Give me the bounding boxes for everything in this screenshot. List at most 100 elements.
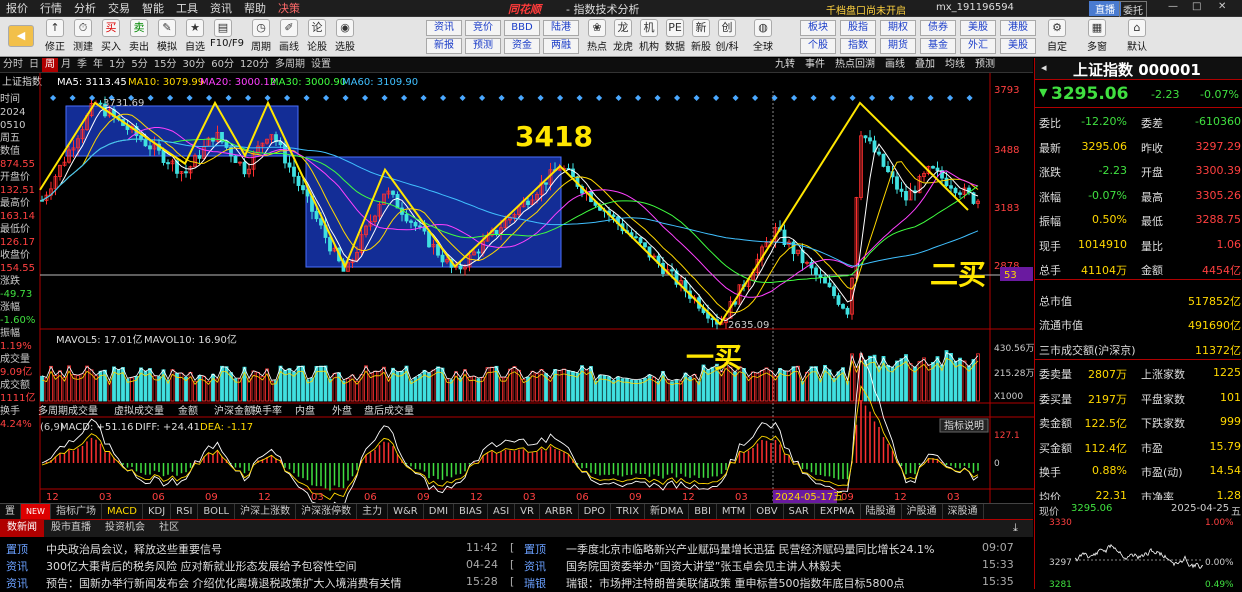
event-marker-icon[interactable]: ◆ <box>538 93 545 102</box>
quick-link-button[interactable]: 债券 <box>920 20 956 36</box>
event-marker-icon[interactable]: ◆ <box>304 93 311 102</box>
toolbar-default-button[interactable]: ⌂ 默认 <box>1124 19 1150 53</box>
toolbar-org-button[interactable]: 机机构 <box>636 19 662 53</box>
toolbar-draw-button[interactable]: ✐ 画线 <box>276 19 302 53</box>
menu-item[interactable]: 智能 <box>136 0 170 16</box>
period-tab[interactable]: 15分 <box>151 58 180 72</box>
indicator-tab[interactable]: W&R <box>388 504 424 519</box>
quick-link-button[interactable]: 两融 <box>543 38 579 54</box>
period-tab[interactable]: 分时 <box>0 58 26 72</box>
period-tab[interactable]: 120分 <box>237 58 272 72</box>
download-icon[interactable]: ⤓ <box>1013 521 1018 535</box>
toolbar-sim-button[interactable]: ✎ 模拟 <box>154 19 180 53</box>
indicator-tab[interactable]: SAR <box>784 504 815 519</box>
menu-item[interactable]: 交易 <box>102 0 136 16</box>
news-item[interactable]: 资讯 国务院国资委举办“国资大讲堂”张玉卓会见主讲人林毅夫 15:33 [ <box>510 558 1014 575</box>
indicator-tab[interactable]: MTM <box>717 504 752 519</box>
indicator-tab[interactable]: MACD <box>102 504 143 519</box>
indicator-tab[interactable]: OBV <box>751 504 784 519</box>
quick-link-button[interactable]: 基金 <box>920 38 956 54</box>
event-marker-icon[interactable]: ◆ <box>557 93 564 102</box>
toolbar-chuang-button[interactable]: 创创/科 <box>714 19 740 53</box>
quick-link-button[interactable]: 期货 <box>880 38 916 54</box>
minimize-icon[interactable]: — <box>1168 1 1178 12</box>
event-marker-icon[interactable]: ◆ <box>616 93 623 102</box>
live-button[interactable]: 直播 <box>1089 1 1121 16</box>
event-marker-icon[interactable]: ◆ <box>343 93 350 102</box>
period-tab[interactable]: 多周期 <box>272 58 308 72</box>
indicator-tab[interactable]: BIAS <box>454 504 489 519</box>
event-marker-icon[interactable]: ◆ <box>460 93 467 102</box>
volume-tab[interactable]: 内盘 <box>295 404 315 417</box>
quick-link-button[interactable]: 港股 <box>1000 20 1036 36</box>
period-tab[interactable]: 1分 <box>106 58 128 72</box>
close-icon[interactable]: ✕ <box>1218 1 1226 12</box>
event-marker-icon[interactable]: ◆ <box>967 93 974 102</box>
event-marker-icon[interactable]: ◆ <box>50 93 57 102</box>
news-tab[interactable]: 社区 <box>152 520 186 537</box>
indicator-tab[interactable]: ASI <box>488 504 516 519</box>
event-marker-icon[interactable]: ◆ <box>791 93 798 102</box>
event-marker-icon[interactable]: ◆ <box>440 93 447 102</box>
volume-tab[interactable]: 金额 <box>178 404 198 417</box>
period-tab[interactable]: 30分 <box>179 58 208 72</box>
indicator-tab[interactable]: ARBR <box>540 504 579 519</box>
quick-link-button[interactable]: 指数 <box>840 38 876 54</box>
event-marker-icon[interactable]: ◆ <box>70 93 77 102</box>
event-marker-icon[interactable]: ◆ <box>167 93 174 102</box>
event-marker-icon[interactable]: ◆ <box>947 93 954 102</box>
toolbar-fav-button[interactable]: ↑ 修正 <box>42 19 68 53</box>
quick-link-button[interactable]: 预测 <box>465 38 501 54</box>
event-marker-icon[interactable]: ◆ <box>850 93 857 102</box>
event-marker-icon[interactable]: ◆ <box>89 93 96 102</box>
news-item[interactable]: 置顶 一季度北京市临略新兴产业赋码量增长迅猛 民营经济赋码量同比增长24.1% 09… <box>510 541 1014 558</box>
toolbar-period-button[interactable]: ◷ 周期 <box>248 19 274 53</box>
indicator-tab[interactable]: 沪深上涨数 <box>235 504 297 519</box>
event-marker-icon[interactable]: ◆ <box>401 93 408 102</box>
quick-link-button[interactable]: 资讯 <box>426 20 462 36</box>
news-tab[interactable]: 投资机会 <box>98 520 152 537</box>
chart-tool-button[interactable]: 画线 <box>880 58 910 73</box>
menu-item[interactable]: 报价 <box>0 0 34 16</box>
chart-tool-button[interactable]: 热点回溯 <box>830 58 880 73</box>
toolbar-global-button[interactable]: ◍ 全球 <box>750 19 776 53</box>
indicator-tab[interactable]: BOLL <box>198 504 236 519</box>
event-marker-icon[interactable]: ◆ <box>830 93 837 102</box>
chart-tool-button[interactable]: 事件 <box>800 58 830 73</box>
news-title[interactable]: 300亿大棗背后的税务风险 应对新就业形态发展给予包容性空间 <box>46 558 456 574</box>
event-marker-icon[interactable]: ◆ <box>811 93 818 102</box>
agent-button[interactable]: 委托 <box>1119 1 1147 18</box>
news-title[interactable]: 中央政治局会议，释放这些重要信号 <box>46 541 456 557</box>
event-marker-icon[interactable]: ◆ <box>635 93 642 102</box>
period-tab[interactable]: 60分 <box>208 58 237 72</box>
event-marker-icon[interactable]: ◆ <box>499 93 506 102</box>
news-item[interactable]: 置顶 中央政治局会议，释放这些重要信号 11:42 <box>6 541 506 558</box>
event-marker-icon[interactable]: ◆ <box>752 93 759 102</box>
menu-item[interactable]: 决策 <box>272 0 306 16</box>
indicator-help-label[interactable]: 指标说明 <box>944 419 984 432</box>
toolbar-theory-button[interactable]: 论论股 <box>304 19 330 53</box>
chart-tool-button[interactable]: 均线 <box>940 58 970 73</box>
indicator-tab[interactable]: RSI <box>171 504 199 519</box>
event-marker-icon[interactable]: ◆ <box>382 93 389 102</box>
event-marker-icon[interactable]: ◆ <box>733 93 740 102</box>
period-tab[interactable]: 5分 <box>128 58 150 72</box>
quick-link-button[interactable]: 外汇 <box>960 38 996 54</box>
indicator-tab[interactable]: 沪深涨停数 <box>296 504 358 519</box>
back-arrow-icon[interactable]: ◂ <box>1041 61 1047 74</box>
indicator-tab[interactable]: BBI <box>689 504 717 519</box>
period-tab[interactable]: 月 <box>58 58 74 72</box>
menu-item[interactable]: 分析 <box>68 0 102 16</box>
quick-link-button[interactable]: 美股 <box>960 20 996 36</box>
period-tab[interactable]: 季 <box>74 58 90 72</box>
quick-link-button[interactable]: 竞价 <box>465 20 501 36</box>
volume-tab[interactable]: 外盘 <box>332 404 352 417</box>
quick-link-button[interactable]: 新报 <box>426 38 462 54</box>
news-item[interactable]: 资讯 300亿大棗背后的税务风险 应对新就业形态发展给予包容性空间 04-24 <box>6 558 506 575</box>
menu-item[interactable]: 资讯 <box>204 0 238 16</box>
indicator-tab[interactable]: 沪股通 <box>902 504 943 519</box>
period-tab[interactable]: 周 <box>42 58 58 72</box>
toolbar-newstock-button[interactable]: 新新股 <box>688 19 714 53</box>
quick-link-button[interactable]: 股指 <box>840 20 876 36</box>
indicator-tab[interactable]: 新DMA <box>645 504 690 519</box>
